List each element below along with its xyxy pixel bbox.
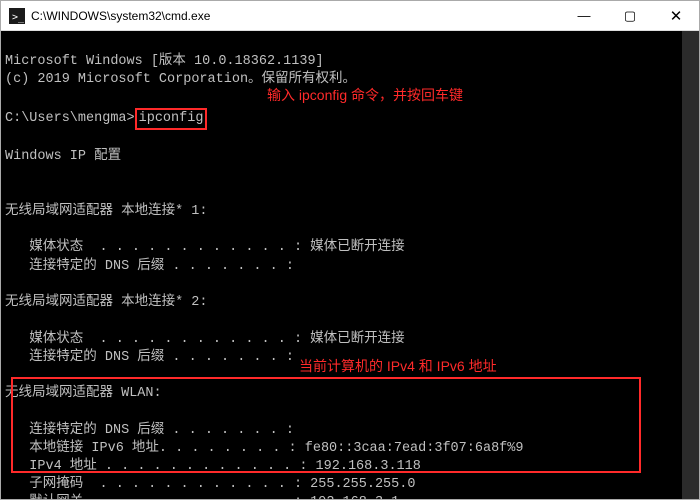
- ipconfig-title: Windows IP 配置: [5, 149, 121, 164]
- adapter1-media: 媒体状态 . . . . . . . . . . . . : 媒体已断开连接: [5, 240, 405, 255]
- command-highlight-box: ipconfig: [135, 108, 208, 130]
- titlebar[interactable]: >_ C:\WINDOWS\system32\cmd.exe — ▢ ✕: [1, 1, 699, 31]
- wlan-ipv4: IPv4 地址 . . . . . . . . . . . . : 192.16…: [5, 459, 421, 474]
- window-title: C:\WINDOWS\system32\cmd.exe: [31, 9, 561, 23]
- cmd-window: >_ C:\WINDOWS\system32\cmd.exe — ▢ ✕ Mic…: [0, 0, 700, 500]
- scrollbar[interactable]: [682, 31, 699, 499]
- adapter2-title: 无线局域网适配器 本地连接* 2:: [5, 295, 208, 310]
- command-text: ipconfig: [139, 111, 204, 126]
- adapter2-dns: 连接特定的 DNS 后缀 . . . . . . . :: [5, 350, 294, 365]
- wlan-dns: 连接特定的 DNS 后缀 . . . . . . . :: [5, 423, 294, 438]
- cmd-icon: >_: [9, 8, 25, 24]
- wlan-ipv6: 本地链接 IPv6 地址. . . . . . . . : fe80::3caa…: [5, 441, 523, 456]
- terminal-body[interactable]: Microsoft Windows [版本 10.0.18362.1139] (…: [1, 31, 699, 499]
- minimize-button[interactable]: —: [561, 1, 607, 31]
- prompt-user: C:\Users\mengma>: [5, 111, 135, 126]
- adapter1-title: 无线局域网适配器 本地连接* 1:: [5, 204, 208, 219]
- close-button[interactable]: ✕: [653, 1, 699, 31]
- maximize-button[interactable]: ▢: [607, 1, 653, 31]
- wlan-subnet: 子网掩码 . . . . . . . . . . . . : 255.255.2…: [5, 477, 415, 492]
- annotation-ip-note: 当前计算机的 IPv4 和 IPv6 地址: [299, 357, 497, 376]
- wlan-gateway: 默认网关. . . . . . . . . . . . . : 192.168.…: [5, 495, 399, 499]
- adapter1-dns: 连接特定的 DNS 后缀 . . . . . . . :: [5, 259, 294, 274]
- adapter3-title: 无线局域网适配器 WLAN:: [5, 386, 162, 401]
- annotation-cmd-note: 输入 ipconfig 命令，并按回车键: [267, 86, 463, 105]
- adapter2-media: 媒体状态 . . . . . . . . . . . . : 媒体已断开连接: [5, 332, 405, 347]
- prompt-line-1: C:\Users\mengma> ipconfig: [5, 111, 207, 126]
- svg-text:>_: >_: [12, 12, 25, 23]
- window-controls: — ▢ ✕: [561, 1, 699, 31]
- header-line-1: Microsoft Windows [版本 10.0.18362.1139]: [5, 54, 324, 69]
